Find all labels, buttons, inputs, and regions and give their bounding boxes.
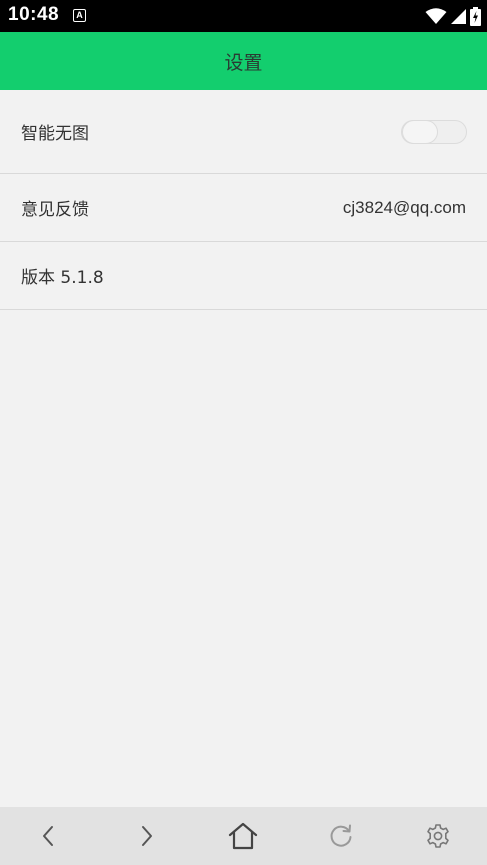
smart-no-image-label: 智能无图 <box>21 124 89 144</box>
forward-button[interactable] <box>126 816 166 856</box>
refresh-icon <box>330 824 352 847</box>
app-bar: 设置 <box>0 32 487 90</box>
page-title: 设置 <box>224 51 263 74</box>
feedback-email[interactable]: cj3824@qq.com <box>343 198 466 218</box>
feedback-label: 意见反馈 <box>21 200 89 220</box>
forward-icon <box>142 826 153 846</box>
back-button[interactable] <box>29 816 69 856</box>
home-icon <box>229 822 258 850</box>
smart-no-image-toggle[interactable] <box>401 119 467 144</box>
signal-icon <box>451 8 466 24</box>
settings-list: 智能无图 意见反馈 cj3824@qq.com 版本 5.1.8 <box>0 90 487 310</box>
bottom-nav-bar <box>0 807 487 865</box>
wifi-icon <box>425 7 447 24</box>
refresh-button[interactable] <box>321 816 361 856</box>
status-icons <box>425 6 481 26</box>
toggle-knob <box>402 119 438 144</box>
home-button[interactable] <box>223 816 263 856</box>
settings-button[interactable] <box>418 816 458 856</box>
battery-charging-icon <box>470 6 481 26</box>
settings-icon <box>427 824 450 848</box>
back-icon <box>42 826 53 846</box>
version-label: 版本 5.1.8 <box>21 268 104 288</box>
notification-a-icon: A <box>73 9 86 22</box>
settings-screen: 10:48 A 设置 智能无图 意见反馈 cj3824@qq.com 版本 5.… <box>0 0 487 865</box>
status-time: 10:48 <box>8 4 60 25</box>
status-bar: 10:48 A <box>0 0 487 32</box>
setting-row-version: 版本 5.1.8 <box>0 242 487 310</box>
setting-row-smart-no-image[interactable]: 智能无图 <box>0 90 487 174</box>
setting-row-feedback[interactable]: 意见反馈 cj3824@qq.com <box>0 174 487 242</box>
